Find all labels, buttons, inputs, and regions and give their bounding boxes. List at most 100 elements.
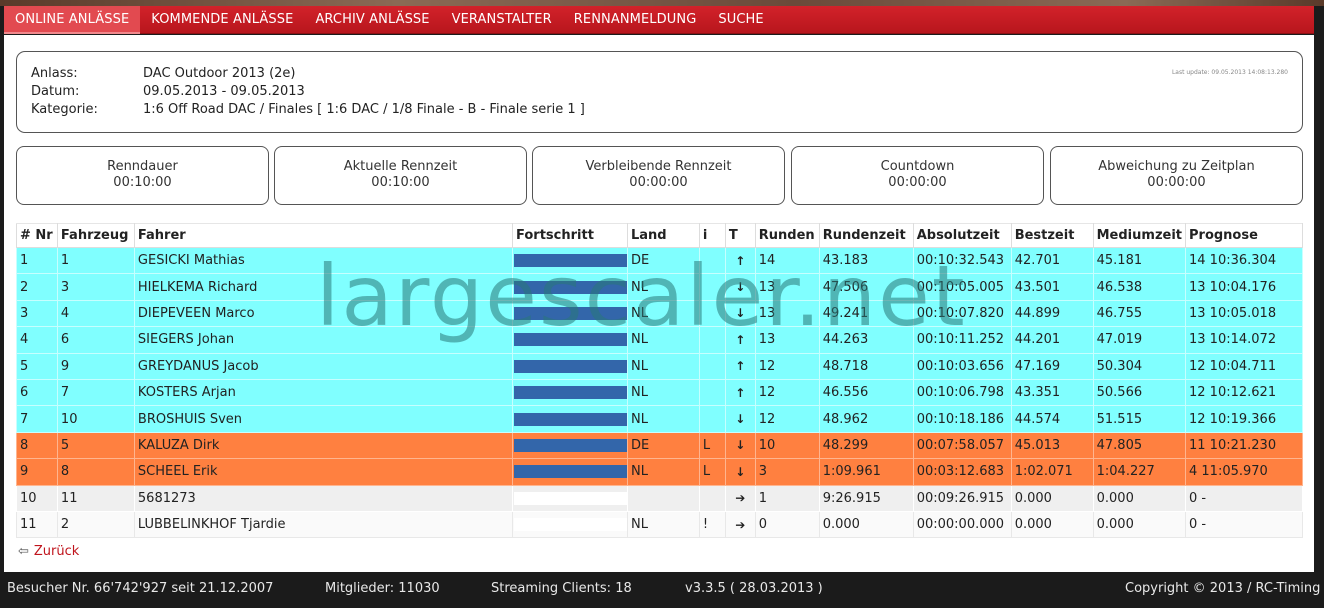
nav-kommende-anlaesse[interactable]: KOMMENDE ANLÄSSE bbox=[140, 6, 304, 34]
cell-rundenzeit: 48.962 bbox=[818, 405, 914, 433]
cell-nr: 6 bbox=[16, 378, 58, 407]
cell-land: NL bbox=[627, 273, 700, 301]
cell-land: NL bbox=[627, 326, 700, 354]
cell-land: NL bbox=[627, 378, 700, 407]
col-fahrzeug[interactable]: Fahrzeug bbox=[56, 223, 135, 248]
cell-nr: 10 bbox=[16, 484, 58, 512]
cell-runden: 12 bbox=[754, 405, 820, 433]
progress-bar-fill bbox=[514, 333, 627, 347]
cell-fahrzeug: 8 bbox=[56, 458, 135, 486]
timer-value: 00:10:00 bbox=[113, 175, 172, 190]
arrow-left-icon: ⇦ bbox=[18, 544, 29, 559]
footer-copyright: Copyright © 2013 / RC-Timing bbox=[1125, 581, 1321, 596]
col-mediumzeit[interactable]: Mediumzeit bbox=[1092, 223, 1187, 248]
cell-mediumzeit: 0.000 bbox=[1092, 510, 1187, 539]
cell-fahrer: GREYDANUS Jacob bbox=[133, 352, 514, 380]
nav-suche[interactable]: SUCHE bbox=[707, 6, 774, 34]
cell-mediumzeit: 0.000 bbox=[1092, 484, 1187, 512]
progress-bar-fill bbox=[514, 386, 627, 400]
cell-i bbox=[698, 352, 726, 380]
progress-bar bbox=[514, 306, 627, 320]
back-link[interactable]: ⇦ Zurück bbox=[18, 544, 79, 559]
back-label: Zurück bbox=[33, 544, 80, 559]
timer-label: Verbleibende Rennzeit bbox=[585, 159, 732, 174]
anlass-value: DAC Outdoor 2013 (2e) bbox=[143, 66, 296, 81]
timer-renndauer: Renndauer 00:10:00 bbox=[16, 146, 269, 205]
trend-cell: ↑ bbox=[724, 246, 756, 275]
arrow-down-icon: ↓ bbox=[735, 306, 746, 321]
footer: Besucher Nr. 66'742'927 seit 21.12.2007 … bbox=[0, 572, 1324, 608]
progress-bar bbox=[514, 465, 627, 479]
cell-fahrer: BROSHUIS Sven bbox=[133, 405, 514, 433]
col-absolutzeit[interactable]: Absolutzeit bbox=[912, 223, 1012, 248]
cell-fahrer: LUBBELINKHOF Tjardie bbox=[133, 510, 514, 539]
results-table: # Nr Fahrzeug Fahrer Fortschritt Land i … bbox=[16, 223, 1303, 539]
progress-cell bbox=[512, 246, 628, 275]
col-runden[interactable]: Runden bbox=[754, 223, 820, 248]
nav-veranstalter[interactable]: VERANSTALTER bbox=[441, 6, 563, 34]
table-row: 2 3 HIELKEMA Richard NL ↓ 13 47.506 00:10:05.00… bbox=[16, 273, 1303, 301]
progress-cell bbox=[512, 431, 628, 460]
cell-absolutzeit: 00:10:32.543 bbox=[912, 246, 1012, 275]
cell-rundenzeit: 44.263 bbox=[818, 326, 914, 354]
nav-online-anlaesse[interactable]: ONLINE ANLÄSSE bbox=[4, 5, 141, 34]
cell-nr: 11 bbox=[16, 510, 58, 539]
cell-fahrzeug: 11 bbox=[56, 484, 135, 512]
table-row: 8 5 KALUZA Dirk DE L ↓ 10 48.299 00:07:58.057 45.… bbox=[16, 431, 1303, 460]
cell-mediumzeit: 47.019 bbox=[1092, 326, 1187, 354]
cell-rundenzeit: 0.000 bbox=[818, 510, 914, 539]
footer-version: v3.3.5 ( 28.03.2013 ) bbox=[685, 581, 823, 596]
table-row: 7 10 BROSHUIS Sven NL ↓ 12 48.962 00:10:18.186 4… bbox=[16, 405, 1303, 433]
progress-cell bbox=[512, 484, 628, 512]
cell-land: NL bbox=[627, 405, 700, 433]
progress-cell bbox=[512, 326, 628, 354]
cell-bestzeit: 0.000 bbox=[1010, 510, 1094, 539]
cell-bestzeit: 43.351 bbox=[1010, 378, 1094, 407]
cell-fahrzeug: 9 bbox=[56, 352, 135, 380]
nav-rennanmeldung[interactable]: RENNANMELDUNG bbox=[563, 6, 708, 34]
cell-absolutzeit: 00:10:03.656 bbox=[912, 352, 1012, 380]
cell-bestzeit: 1:02.071 bbox=[1010, 458, 1094, 486]
col-t[interactable]: T bbox=[724, 223, 756, 248]
progress-bar-fill bbox=[514, 359, 627, 373]
cell-bestzeit: 44.899 bbox=[1010, 299, 1094, 328]
col-i[interactable]: i bbox=[698, 223, 726, 248]
cell-i bbox=[698, 273, 726, 301]
cell-bestzeit: 44.574 bbox=[1010, 405, 1094, 433]
arrow-up-icon: ↑ bbox=[735, 253, 746, 268]
col-fahrer[interactable]: Fahrer bbox=[133, 223, 514, 248]
kategorie-label: Kategorie: bbox=[31, 102, 98, 117]
timer-verbleibende-rennzeit: Verbleibende Rennzeit 00:00:00 bbox=[532, 146, 785, 205]
cell-land: DE bbox=[627, 431, 700, 460]
nav-archiv-anlaesse[interactable]: ARCHIV ANLÄSSE bbox=[304, 6, 440, 34]
cell-rundenzeit: 48.299 bbox=[818, 431, 914, 460]
col-land[interactable]: Land bbox=[627, 223, 700, 248]
cell-mediumzeit: 46.538 bbox=[1092, 273, 1187, 301]
table-row: 11 2 LUBBELINKHOF Tjardie NL! ➔ 0 0.000 00:00:0… bbox=[16, 510, 1303, 539]
col-bestzeit[interactable]: Bestzeit bbox=[1010, 223, 1094, 248]
trend-cell: ↓ bbox=[724, 405, 756, 433]
last-update: Last update: 09.05.2013 14:08:13.280 bbox=[1171, 69, 1288, 76]
table-row: 10 11 5681273 ➔ 1 9:26.915 00:09:26.915 0.000 0.… bbox=[16, 484, 1303, 512]
cell-absolutzeit: 00:10:07.820 bbox=[912, 299, 1012, 328]
cell-rundenzeit: 49.241 bbox=[818, 299, 914, 328]
cell-mediumzeit: 45.181 bbox=[1092, 246, 1187, 275]
cell-prognose: 14 10:36.304 bbox=[1185, 246, 1303, 275]
progress-bar bbox=[514, 491, 627, 505]
cell-nr: 7 bbox=[16, 405, 58, 433]
col-rundenzeit[interactable]: Rundenzeit bbox=[818, 223, 914, 248]
col-fortschritt[interactable]: Fortschritt bbox=[512, 223, 628, 248]
cell-runden: 10 bbox=[754, 431, 820, 460]
cell-fahrer: SCHEEL Erik bbox=[133, 458, 514, 486]
progress-bar bbox=[514, 412, 627, 426]
col-prognose[interactable]: Prognose bbox=[1185, 223, 1303, 248]
kategorie-value: 1:6 Off Road DAC / Finales [ 1:6 DAC / 1… bbox=[143, 102, 585, 117]
arrow-up-icon: ↑ bbox=[735, 332, 746, 347]
cell-nr: 1 bbox=[16, 246, 58, 275]
cell-bestzeit: 45.013 bbox=[1010, 431, 1094, 460]
col-nr[interactable]: # Nr bbox=[16, 223, 58, 248]
progress-bar-fill bbox=[514, 280, 627, 294]
anlass-row: Anlass: DAC Outdoor 2013 (2e) bbox=[31, 66, 296, 81]
cell-fahrer: KALUZA Dirk bbox=[133, 431, 514, 460]
cell-mediumzeit: 1:04.227 bbox=[1092, 458, 1187, 486]
